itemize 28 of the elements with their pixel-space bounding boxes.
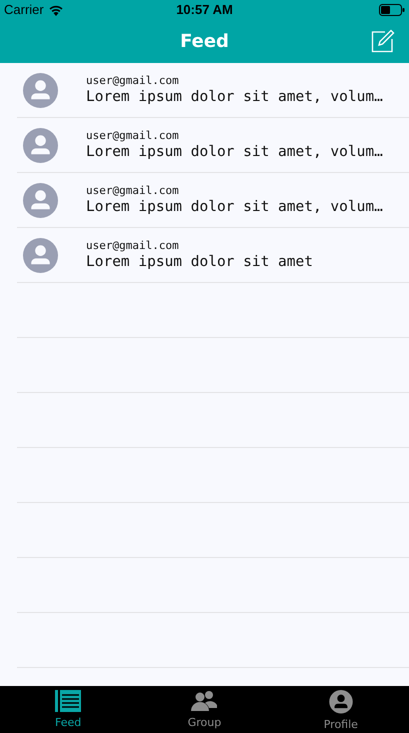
post-text: Lorem ipsum dolor sit amet bbox=[86, 253, 313, 272]
post-text: Lorem ipsum dolor sit amet, volum… bbox=[86, 88, 383, 107]
post-row[interactable]: user@gmail.com Lorem ipsum dolor sit amet, volum… bbox=[0, 173, 409, 228]
avatar-icon bbox=[23, 73, 58, 108]
avatar-icon bbox=[23, 183, 58, 218]
avatar-icon bbox=[23, 238, 58, 273]
author-email: user@gmail.com bbox=[86, 129, 180, 142]
author-email: user@gmail.com bbox=[86, 184, 180, 197]
wifi-icon bbox=[48, 4, 64, 16]
post-row[interactable]: user@gmail.com Lorem ipsum dolor sit amet bbox=[0, 228, 409, 283]
list-icon bbox=[55, 690, 82, 712]
people-icon bbox=[191, 690, 218, 712]
screen-title: Feed bbox=[180, 30, 229, 54]
avatar-icon bbox=[23, 128, 58, 163]
person-icon bbox=[328, 690, 353, 714]
tab-button[interactable]: Feed bbox=[0, 686, 136, 733]
compose-button[interactable] bbox=[371, 29, 395, 53]
post-text: Lorem ipsum dolor sit amet, volum… bbox=[86, 198, 383, 217]
battery-icon bbox=[379, 4, 405, 16]
tab-button[interactable]: Profile bbox=[272, 686, 409, 733]
post-row[interactable]: user@gmail.com Lorem ipsum dolor sit amet, volum… bbox=[0, 118, 409, 173]
post-text: Lorem ipsum dolor sit amet, volum… bbox=[86, 143, 383, 162]
tab-button[interactable]: Group bbox=[136, 686, 273, 733]
post-row[interactable]: user@gmail.com Lorem ipsum dolor sit amet, volum… bbox=[0, 63, 409, 118]
author-email: user@gmail.com bbox=[86, 74, 180, 87]
carrier-label: Carrier bbox=[4, 1, 44, 20]
time-label: 10:57 AM bbox=[176, 1, 233, 20]
author-email: user@gmail.com bbox=[86, 239, 180, 252]
